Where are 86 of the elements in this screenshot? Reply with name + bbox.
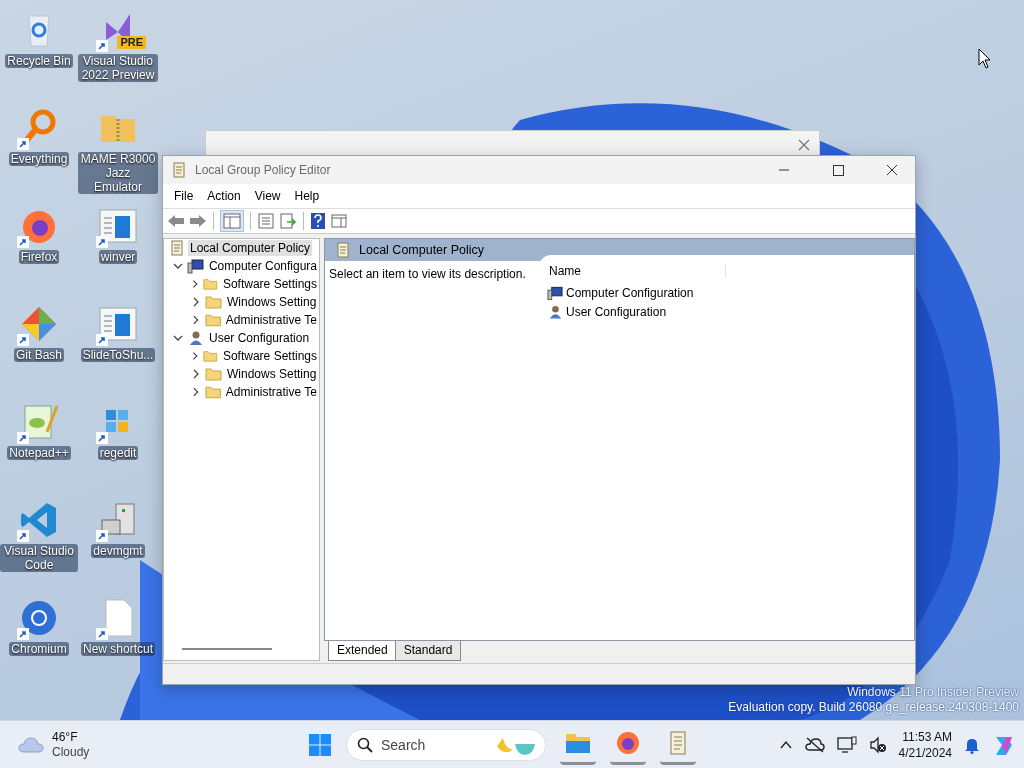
folder-icon: [204, 312, 221, 328]
tree-item[interactable]: Software Settings: [220, 348, 319, 364]
window-title: Local Group Policy Editor: [195, 163, 331, 177]
column-header[interactable]: Name: [539, 264, 726, 278]
pane-title: Local Computer Policy: [359, 243, 485, 257]
folder-icon: [565, 732, 591, 754]
time-text: 11:53 AM: [902, 728, 952, 745]
window-icon: [98, 304, 138, 344]
desktop-shortcut[interactable]: Recycle Bin: [0, 4, 78, 102]
tree-item[interactable]: Windows Setting: [225, 294, 319, 310]
folder-icon: [204, 384, 221, 400]
desktop-shortcut[interactable]: MAME R3000 Jazz Emulator: [78, 102, 158, 200]
shortcut-label: Notepad++: [7, 446, 71, 460]
desktop-shortcut[interactable]: Everything: [0, 102, 78, 200]
shortcut-label: New shortcut: [81, 642, 155, 656]
back-arrow-icon[interactable]: [167, 213, 185, 229]
tree-item[interactable]: Software Settings: [220, 276, 319, 292]
description-text: Select an item to view its description.: [328, 266, 527, 283]
folder-icon: [203, 348, 218, 364]
shortcut-label: MAME R3000 Jazz Emulator: [78, 152, 158, 194]
shortcut-label: regedit: [97, 446, 139, 460]
desktop-shortcut[interactable]: SlideToShu...: [78, 298, 158, 396]
folder-icon: [205, 294, 222, 310]
forward-arrow-icon[interactable]: [189, 213, 207, 229]
shortcut-label: Recycle Bin: [5, 54, 73, 68]
computer-icon: [186, 258, 204, 274]
desktop-shortcut[interactable]: devmgmt: [78, 494, 158, 592]
menu-item[interactable]: Help: [287, 189, 327, 203]
shortcut-label: winver: [98, 250, 138, 264]
weather-condition: Cloudy: [52, 744, 90, 760]
desktop-shortcut[interactable]: Git Bash: [0, 298, 78, 396]
desktop-shortcut[interactable]: Visual Studio Code: [0, 494, 78, 592]
tree-item[interactable]: Computer Configura: [206, 258, 319, 274]
desktop-shortcut[interactable]: PRE Visual Studio 2022 Preview: [78, 4, 158, 102]
menu-item[interactable]: View: [247, 189, 288, 203]
folder-icon: [203, 276, 218, 292]
mouse-pointer-icon: [978, 48, 992, 70]
tree-item[interactable]: Administrative Te: [223, 384, 319, 400]
view-tab[interactable]: Standard: [394, 641, 462, 661]
scroll-document-icon: [335, 242, 351, 258]
desktop-shortcut[interactable]: Chromium: [0, 592, 78, 690]
scrollbar-thumb[interactable]: [182, 648, 272, 650]
date-text: 4/21/2024: [898, 744, 952, 761]
cloud-off-icon[interactable]: [804, 736, 825, 753]
desktop-shortcut[interactable]: regedit: [78, 396, 158, 494]
action-pane-icon[interactable]: [330, 212, 348, 230]
scroll-document-icon: [668, 731, 688, 755]
shortcut-label: Visual Studio 2022 Preview: [78, 54, 158, 82]
temperature-text: 46°F: [52, 729, 79, 745]
console-tree-icon[interactable]: [220, 210, 244, 232]
close-icon[interactable]: [798, 139, 810, 151]
clock[interactable]: 11:53 AM 4/21/2024: [898, 728, 952, 761]
user-icon: [547, 303, 563, 320]
scroll-document-icon: [168, 240, 185, 256]
start-button[interactable]: [308, 732, 332, 757]
shortcut-label: Git Bash: [14, 348, 64, 362]
window-icon: [98, 206, 138, 246]
user-icon: [187, 330, 204, 346]
shortcut-label: Visual Studio Code: [0, 544, 78, 572]
list-item[interactable]: User Configuration: [539, 302, 667, 321]
menu-item[interactable]: Action: [200, 189, 248, 203]
search-field[interactable]: Search: [346, 728, 546, 761]
shortcut-label: Chromium: [9, 642, 69, 656]
computer-icon: [547, 284, 563, 301]
preview-badge: PRE: [117, 36, 146, 49]
tree-item[interactable]: Administrative Te: [223, 312, 319, 328]
menu-item[interactable]: File: [167, 189, 201, 203]
tree-item[interactable]: Windows Setting: [225, 366, 319, 382]
desktop-shortcut[interactable]: Notepad++: [0, 396, 78, 494]
view-tab[interactable]: Extended: [328, 641, 397, 661]
export-list-icon[interactable]: [279, 212, 297, 230]
desktop-shortcut[interactable]: New shortcut: [78, 592, 158, 690]
shortcut-label: SlideToShu...: [80, 348, 156, 362]
desktop-shortcut[interactable]: Firefox: [0, 200, 78, 298]
help-icon[interactable]: [310, 212, 326, 230]
tree-item[interactable]: User Configuration: [207, 330, 312, 346]
folder-icon: [205, 366, 222, 382]
speaker-muted-icon[interactable]: [868, 735, 887, 754]
tree-item[interactable]: Local Computer Policy: [188, 240, 313, 256]
monitor-icon[interactable]: [836, 735, 857, 754]
watermark-text: Windows 11 Pro Insider Preview: [847, 685, 1019, 700]
scroll-document-icon: [171, 162, 187, 178]
search-icon: [357, 736, 373, 753]
list-item[interactable]: Computer Configuration: [539, 283, 694, 302]
desktop-shortcut[interactable]: winver: [78, 200, 158, 298]
cloud-icon: [18, 735, 44, 754]
